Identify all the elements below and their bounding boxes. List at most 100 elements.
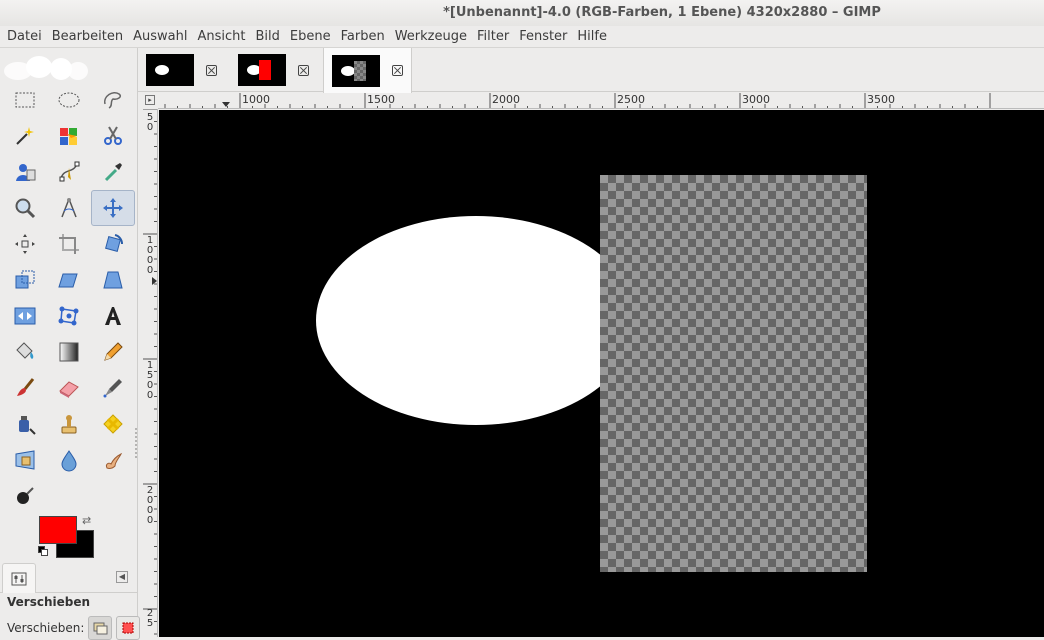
image-thumbnail	[332, 54, 380, 87]
resize-handle[interactable]	[135, 428, 137, 458]
align-icon	[15, 234, 35, 254]
tab-menu-icon[interactable]: ◀	[116, 571, 128, 583]
horizontal-ruler: 500100015002000250030003500	[158, 93, 1044, 109]
bucket-fill-icon	[16, 342, 34, 359]
tool-fuzzy-select[interactable]	[3, 118, 47, 154]
ruler-label: 2 0 0 0	[146, 485, 154, 526]
menu-auswahl[interactable]: Auswahl	[128, 29, 192, 44]
tool-airbrush[interactable]	[91, 370, 135, 406]
shear-icon	[58, 273, 78, 288]
close-tab-icon[interactable]	[206, 64, 217, 76]
tool-move[interactable]	[91, 190, 135, 226]
move-layer-button[interactable]	[88, 616, 113, 640]
tool-clone[interactable]	[47, 406, 91, 442]
ruler-corner: ▸	[143, 93, 158, 108]
tool-flip[interactable]	[3, 298, 47, 334]
image-tab-3[interactable]	[323, 48, 412, 93]
white-ellipse-shape	[316, 216, 636, 425]
image-canvas[interactable]	[159, 110, 1044, 637]
tool-ellipse-select[interactable]	[47, 82, 91, 118]
window-title: *[Unbenannt]-4.0 (RGB-Farben, 1 Ebene) 4…	[443, 5, 881, 20]
ruler-label: 1500	[367, 93, 395, 106]
tool-grid	[3, 82, 135, 514]
ink-icon	[19, 416, 36, 435]
image-thumbnail	[238, 54, 286, 86]
menu-hilfe[interactable]: Hilfe	[572, 29, 612, 44]
menu-werkzeuge[interactable]: Werkzeuge	[390, 29, 472, 44]
tool-zoom[interactable]	[3, 190, 47, 226]
menu-fenster[interactable]: Fenster	[514, 29, 572, 44]
tool-shear[interactable]	[47, 262, 91, 298]
menu-farben[interactable]: Farben	[336, 29, 390, 44]
ruler-label: 1 0 0 0	[146, 235, 154, 276]
close-tab-icon[interactable]	[298, 64, 309, 76]
tool-perspective-clone[interactable]	[3, 442, 47, 478]
tool-pencil[interactable]	[91, 334, 135, 370]
pencil-icon	[104, 342, 123, 361]
tool-scissors-select[interactable]	[91, 118, 135, 154]
tool-free-select[interactable]	[91, 82, 135, 118]
tool-text[interactable]	[91, 298, 135, 334]
scissors-select-icon	[104, 126, 122, 145]
tool-rotate[interactable]	[91, 226, 135, 262]
image-tab-1[interactable]	[138, 48, 225, 92]
tool-dodge-burn[interactable]	[3, 478, 47, 514]
menu-filter[interactable]: Filter	[472, 29, 514, 44]
ruler-label: 1 5 0 0	[146, 360, 154, 401]
ruler-label: 3500	[867, 93, 895, 106]
move-mode-label: Verschieben:	[7, 621, 85, 635]
tool-select-by-color[interactable]	[47, 118, 91, 154]
swap-colors-icon[interactable]: ⇄	[82, 514, 91, 527]
blend-icon	[59, 342, 79, 362]
tool-eraser[interactable]	[47, 370, 91, 406]
foreground-select-icon	[16, 164, 36, 181]
tool-blend[interactable]	[47, 334, 91, 370]
move-selection-button[interactable]	[116, 616, 141, 640]
quick-mask-icon[interactable]: ▸	[145, 95, 155, 105]
rotate-icon	[105, 234, 124, 252]
color-picker-icon	[104, 163, 122, 182]
tool-align[interactable]	[3, 226, 47, 262]
reset-colors-icon[interactable]	[38, 546, 48, 556]
tool-paths[interactable]	[47, 154, 91, 190]
color-area: ⇄	[36, 514, 100, 562]
tool-options-tab[interactable]	[2, 563, 36, 593]
image-tab-2[interactable]	[230, 48, 317, 92]
wilber-logo	[4, 54, 90, 80]
tool-blur-sharpen[interactable]	[47, 442, 91, 478]
menu-ansicht[interactable]: Ansicht	[192, 29, 250, 44]
menu-bar: Datei Bearbeiten Auswahl Ansicht Bild Eb…	[0, 26, 1044, 48]
tool-perspective[interactable]	[91, 262, 135, 298]
foreground-color-swatch[interactable]	[39, 516, 77, 544]
tool-crop[interactable]	[47, 226, 91, 262]
title-bar: *[Unbenannt]-4.0 (RGB-Farben, 1 Ebene) 4…	[0, 0, 1044, 26]
rect-select-icon	[15, 92, 35, 108]
tool-ink[interactable]	[3, 406, 47, 442]
crop-icon	[59, 234, 79, 254]
transparent-region	[600, 175, 867, 572]
eraser-icon	[59, 381, 79, 398]
ruler-label: 5 0	[146, 112, 154, 133]
menu-datei[interactable]: Datei	[2, 29, 47, 44]
tool-paintbrush[interactable]	[3, 370, 47, 406]
tool-measure[interactable]	[47, 190, 91, 226]
tool-rect-select[interactable]	[3, 82, 47, 118]
tool-cage-transform[interactable]	[47, 298, 91, 334]
scale-icon	[15, 270, 35, 289]
select-by-color-icon	[60, 128, 77, 145]
tool-smudge[interactable]	[91, 442, 135, 478]
tool-options-tabstrip: ◀	[0, 563, 138, 593]
paintbrush-icon	[17, 378, 35, 396]
menu-ebene[interactable]: Ebene	[285, 29, 336, 44]
tool-heal[interactable]	[91, 406, 135, 442]
tool-bucket-fill[interactable]	[3, 334, 47, 370]
tool-scale[interactable]	[3, 262, 47, 298]
menu-bearbeiten[interactable]: Bearbeiten	[47, 29, 128, 44]
menu-bild[interactable]: Bild	[251, 29, 285, 44]
tool-foreground-select[interactable]	[3, 154, 47, 190]
close-tab-icon[interactable]	[392, 65, 403, 76]
image-thumbnail	[146, 54, 194, 86]
tool-color-picker[interactable]	[91, 154, 135, 190]
ellipse-select-icon	[58, 92, 80, 108]
flip-icon	[14, 307, 36, 325]
